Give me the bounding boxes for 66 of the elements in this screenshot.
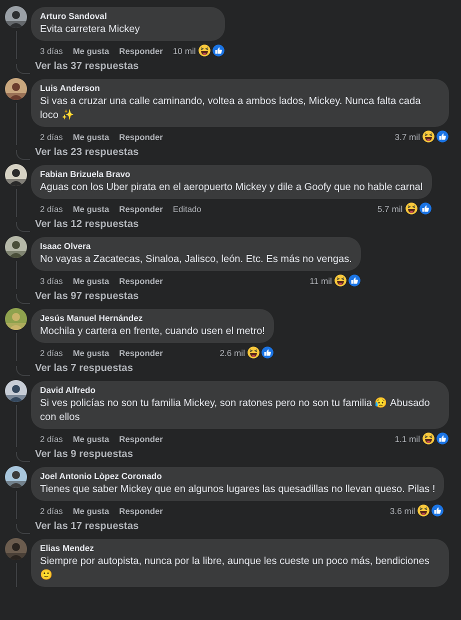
reply-link[interactable]: Responder xyxy=(119,276,163,286)
view-replies-link[interactable]: Ver las 97 respuestas xyxy=(35,290,139,304)
laughing-emoji-icon xyxy=(422,432,435,445)
laughing-emoji-icon xyxy=(417,504,430,517)
reaction-count[interactable]: 5.7 mil xyxy=(377,204,403,214)
comment-time[interactable]: 2 días xyxy=(40,348,63,358)
reply-link[interactable]: Responder xyxy=(119,132,163,142)
view-replies-link[interactable]: Ver las 12 respuestas xyxy=(35,218,139,232)
like-icon xyxy=(436,130,449,143)
commenter-name[interactable]: David Alfredo xyxy=(40,385,440,396)
commenter-name[interactable]: Fabian Brizuela Bravo xyxy=(40,169,423,180)
reaction-count[interactable]: 3.6 mil xyxy=(390,506,416,516)
laughing-emoji-icon xyxy=(247,346,260,359)
like-link[interactable]: Me gusta xyxy=(72,204,110,214)
comment-text: Si ves policías no son tu familia Mickey, son ratones pero no son tu familia 😥 Abusado con ellos xyxy=(40,397,431,425)
reply-link[interactable]: Responder xyxy=(119,506,163,516)
commenter-name[interactable]: Joel Antonio Lòpez Coronado xyxy=(40,471,436,482)
comment-text: Si vas a cruzar una calle caminando, voltea a ambos lados, Mickey. Nunca falta cada loco ✨ xyxy=(40,95,422,123)
view-replies-link[interactable]: Ver las 23 respuestas xyxy=(35,146,139,160)
view-replies-link[interactable]: Ver las 17 respuestas xyxy=(35,520,139,534)
like-icon xyxy=(348,274,361,287)
like-icon xyxy=(212,44,225,57)
laughing-emoji-icon xyxy=(422,130,435,143)
reply-link[interactable]: Responder xyxy=(119,46,163,56)
comment-time[interactable]: 2 días xyxy=(40,434,63,444)
comment-text: Tienes que saber Mickey que en algunos lugares las quesadillas no llevan queso. Pilas ! xyxy=(40,483,436,497)
commenter-name[interactable]: Elias Mendez xyxy=(40,543,440,554)
like-link[interactable]: Me gusta xyxy=(72,348,110,358)
comment-time[interactable]: 2 días xyxy=(40,506,63,516)
reply-link[interactable]: Responder xyxy=(119,434,163,444)
edited-label: Editado xyxy=(172,204,202,214)
reaction-count[interactable]: 2.6 mil xyxy=(220,348,245,358)
comment-time[interactable]: 3 días xyxy=(40,46,63,56)
comment-time[interactable]: 2 días xyxy=(40,132,63,142)
comment-text: Siempre por autopista, nunca por la libre, aunque les cueste un poco más, bendiciones 🙂 xyxy=(40,555,430,583)
comment-text: Evita carretera Mickey xyxy=(40,23,141,37)
commenter-name[interactable]: Jesús Manuel Hernández xyxy=(40,313,265,324)
reply-link[interactable]: Responder xyxy=(119,348,163,358)
like-link[interactable]: Me gusta xyxy=(72,46,110,56)
reaction-count[interactable]: 1.1 mil xyxy=(394,434,420,444)
view-replies-link[interactable]: Ver las 37 respuestas xyxy=(35,60,139,74)
like-link[interactable]: Me gusta xyxy=(72,132,110,142)
laughing-emoji-icon xyxy=(334,274,347,287)
comment-time[interactable]: 3 días xyxy=(40,276,63,286)
like-icon xyxy=(261,346,274,359)
like-link[interactable]: Me gusta xyxy=(72,506,110,516)
laughing-emoji-icon xyxy=(404,202,418,215)
like-link[interactable]: Me gusta xyxy=(72,434,110,444)
like-icon xyxy=(431,504,444,517)
reaction-count[interactable]: 3.7 mil xyxy=(394,132,420,142)
commenter-name[interactable]: Isaac Olvera xyxy=(40,241,352,252)
like-link[interactable]: Me gusta xyxy=(72,276,110,286)
comment-text: Mochila y cartera en frente, cuando usen el metro! xyxy=(40,325,265,339)
reaction-count[interactable]: 11 mil xyxy=(310,276,332,286)
laughing-emoji-icon xyxy=(198,44,211,57)
like-icon xyxy=(436,432,449,445)
reaction-count[interactable]: 10 mil xyxy=(172,46,196,56)
commenter-name[interactable]: Luis Anderson xyxy=(40,83,440,94)
reply-link[interactable]: Responder xyxy=(119,204,163,214)
comment-text: No vayas a Zacatecas, Sinaloa, Jalisco, león. Etc. Es más no vengas. xyxy=(40,253,352,267)
view-replies-link[interactable]: Ver las 9 respuestas xyxy=(35,448,133,462)
commenter-name[interactable]: Arturo Sandoval xyxy=(40,11,216,22)
comment-text: Aguas con los Uber pirata en el aeropuerto Mickey y dile a Goofy que no hable carnal xyxy=(40,181,423,195)
comment-time[interactable]: 2 días xyxy=(40,204,63,214)
like-icon xyxy=(418,202,432,215)
view-replies-link[interactable]: Ver las 7 respuestas xyxy=(35,362,133,376)
